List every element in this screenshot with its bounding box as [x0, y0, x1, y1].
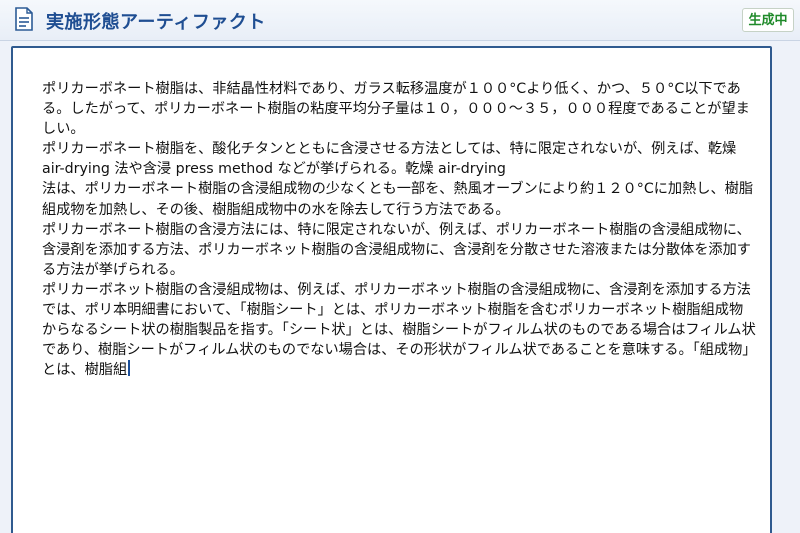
artifact-panel: 実施形態アーティファクト 生成中 ポリカーボネート樹脂は、非結晶性材料であり、ガ…: [0, 0, 800, 533]
paragraph-last: ポリカーボネット樹脂の含浸組成物は、例えば、ポリカーボネット樹脂の含浸組成物に、…: [42, 280, 757, 380]
editor-content[interactable]: ポリカーボネート樹脂は、非結晶性材料であり、ガラス転移温度が１００°Cより低く、…: [42, 79, 757, 380]
panel-header: 実施形態アーティファクト 生成中: [0, 0, 800, 41]
paragraph: ポリカーボネート樹脂は、非結晶性材料であり、ガラス転移温度が１００°Cより低く、…: [42, 81, 750, 138]
paragraph: ポリカーボネート樹脂の含浸方法には、特に限定されないが、例えば、ポリカーボネート…: [42, 221, 751, 278]
paragraph: 法は、ポリカーボネート樹脂の含浸組成物の少なくとも一部を、熱風オーブンにより約１…: [42, 181, 754, 218]
status-badge: 生成中: [742, 8, 794, 32]
paragraph: ポリカーボネート樹脂を、酸化チタンとともに含浸させる方法としては、特に限定されな…: [42, 141, 737, 178]
text-caret: [128, 360, 130, 377]
paragraph-text: ポリカーボネット樹脂の含浸組成物は、例えば、ポリカーボネット樹脂の含浸組成物に、…: [42, 281, 757, 379]
panel-title: 実施形態アーティファクト: [46, 12, 266, 33]
document-icon: [15, 7, 33, 31]
text-editor[interactable]: ポリカーボネート樹脂は、非結晶性材料であり、ガラス転移温度が１００°Cより低く、…: [11, 46, 772, 533]
